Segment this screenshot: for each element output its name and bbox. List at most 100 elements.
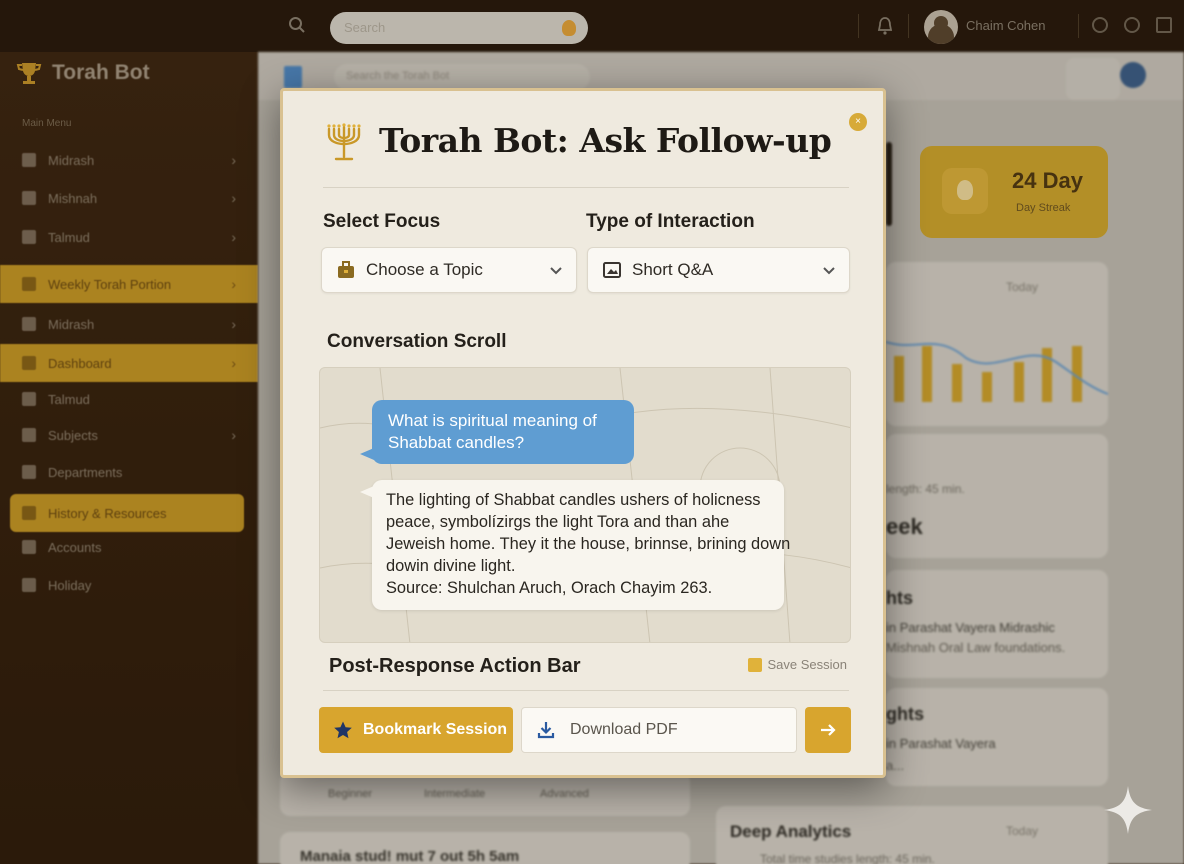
insights-card-1: hts in Parashat Vayera Midrashic Mishnah… (886, 570, 1108, 678)
sidebar-item-mishnah[interactable]: Mishnah › (0, 179, 258, 217)
deep-analytics-card: Deep Analytics Today Total time studies … (716, 806, 1108, 864)
download-icon (537, 722, 555, 739)
sidebar-item-holiday[interactable]: Holiday (0, 566, 258, 604)
image-icon (603, 262, 621, 278)
interaction-select-value: Short Q&A (632, 260, 714, 279)
week-heading: eek (886, 514, 923, 539)
tag-icon (22, 428, 36, 442)
chart-filter[interactable]: Today (1006, 280, 1038, 294)
deep-analytics-title: Deep Analytics (730, 822, 852, 841)
deep-analytics-subtext: Total time studies length: 45 min. (760, 852, 935, 864)
sidebar-item-history-resources[interactable]: History & Resources (10, 494, 244, 532)
chevron-right-icon: › (231, 316, 236, 332)
sidebar-item-weekly-torah-portion[interactable]: Weekly Torah Portion › (0, 265, 258, 303)
streak-card: 24 Day Day Streak (920, 146, 1108, 238)
bot-response-line: Jeweish home. They it the house, brinnse… (386, 535, 791, 553)
sidebar-item-label: Talmud (48, 391, 90, 407)
global-search-input[interactable]: Search (330, 12, 588, 44)
sidebar-item-accounts[interactable]: Accounts (0, 528, 258, 566)
bell-icon[interactable] (876, 16, 894, 36)
sidebar-item-label: Weekly Torah Portion (48, 276, 172, 292)
interaction-select[interactable]: Short Q&A (587, 247, 850, 293)
deep-analytics-filter[interactable]: Today (1006, 824, 1038, 838)
study-card: Manaia stud! mut 7 out 5h 5am (280, 832, 690, 864)
user-name[interactable]: Chaim Cohen (966, 18, 1046, 33)
progress-chart-card: Today (886, 262, 1108, 426)
sidebar-item-talmud[interactable]: Talmud › (0, 218, 258, 256)
flag-icon (22, 578, 36, 592)
chevron-right-icon: › (231, 190, 236, 206)
topic-select[interactable]: Choose a Topic (321, 247, 577, 293)
save-session-label: Save Session (767, 657, 848, 672)
archive-icon (22, 506, 36, 520)
sidebar-item-talmud-2[interactable]: Talmud (0, 380, 258, 418)
sidebar-item-label: History & Resources (48, 505, 167, 521)
sidebar-item-dashboard[interactable]: Dashboard › (0, 344, 258, 382)
dashboard-search-input[interactable]: Search the Torah Bot (334, 64, 590, 90)
grid-icon (22, 356, 36, 370)
weekly-card: length: 45 min. eek (886, 434, 1108, 558)
chat-icon (22, 392, 36, 406)
card-edge (886, 142, 892, 226)
tab-intermediate[interactable]: Intermediate (424, 788, 485, 800)
ask-follow-up-dialog: × Torah Bot: Ask Follow-up Select Focus … (280, 88, 886, 778)
search-icon[interactable] (288, 16, 306, 34)
streak-number: 24 Day (1012, 168, 1083, 193)
trophy-icon (16, 63, 42, 84)
level-tabs: Beginner Intermediate Advanced (280, 772, 690, 816)
download-pdf-button[interactable]: Download PDF (521, 707, 797, 753)
divider (323, 187, 849, 188)
help-icon[interactable] (1124, 17, 1140, 33)
conversation-scroll[interactable]: What is spiritual meaning of Shabbat can… (319, 367, 851, 643)
brand-name: Torah Bot (52, 61, 150, 84)
calendar-icon (22, 277, 36, 291)
divider (323, 690, 849, 691)
interaction-label: Type of Interaction (586, 211, 755, 232)
menorah-icon (327, 123, 361, 161)
tab-beginner[interactable]: Beginner (328, 788, 372, 800)
next-button[interactable] (805, 707, 851, 753)
chevron-right-icon: › (231, 427, 236, 443)
divider (858, 14, 859, 38)
insight-text: a... (886, 758, 905, 773)
sidebar-item-midrash[interactable]: Midrash › (0, 141, 258, 179)
bookmark-session-label: Bookmark Session (363, 721, 508, 738)
divider (908, 14, 909, 38)
sidebar-item-subjects[interactable]: Subjects › (0, 416, 258, 454)
chevron-right-icon: › (231, 276, 236, 292)
settings-icon[interactable] (1092, 17, 1108, 33)
tab-advanced[interactable]: Advanced (540, 788, 589, 800)
action-bar-label: Post-Response Action Bar (329, 655, 581, 677)
user-message-bubble: What is spiritual meaning of Shabbat can… (360, 400, 634, 464)
brand[interactable]: Torah Bot (16, 60, 150, 86)
user-icon (22, 191, 36, 205)
length-text: length: 45 min. (886, 482, 965, 496)
sidebar-section-label: Main Menu (22, 118, 72, 129)
close-button[interactable]: × (849, 113, 867, 131)
chevron-down-icon (550, 267, 562, 275)
sidebar-item-label: Departments (48, 464, 123, 480)
save-session-button[interactable]: Save Session (747, 657, 848, 672)
divider (1078, 14, 1079, 38)
sidebar-item-label: Dashboard (48, 355, 112, 371)
sidebar-item-departments[interactable]: Departments (0, 453, 258, 491)
menu-icon[interactable] (1156, 17, 1172, 33)
user-avatar[interactable] (924, 10, 958, 44)
profile-avatar[interactable] (1120, 62, 1146, 88)
sidebar-item-label: Subjects (48, 427, 98, 443)
scroll-icon (22, 230, 36, 244)
search-placeholder: Search (344, 20, 386, 35)
bookmark-session-button[interactable]: Bookmark Session (319, 707, 513, 753)
sidebar-item-midrash-2[interactable]: Midrash › (0, 305, 258, 343)
bot-response-bubble: The lighting of Shabbat candles ushers o… (360, 480, 791, 610)
chevron-right-icon: › (231, 229, 236, 245)
download-pdf-label: Download PDF (570, 721, 678, 738)
briefcase-icon (338, 261, 354, 278)
notification-button[interactable] (1066, 58, 1120, 100)
bot-response-line: dowin divine light. (386, 557, 516, 575)
save-icon (747, 657, 762, 672)
flame-icon (562, 20, 576, 36)
sidebar-item-label: Mishnah (48, 190, 98, 206)
top-bar: Search Chaim Cohen (0, 0, 1184, 52)
insight-title: ghts (886, 704, 924, 724)
